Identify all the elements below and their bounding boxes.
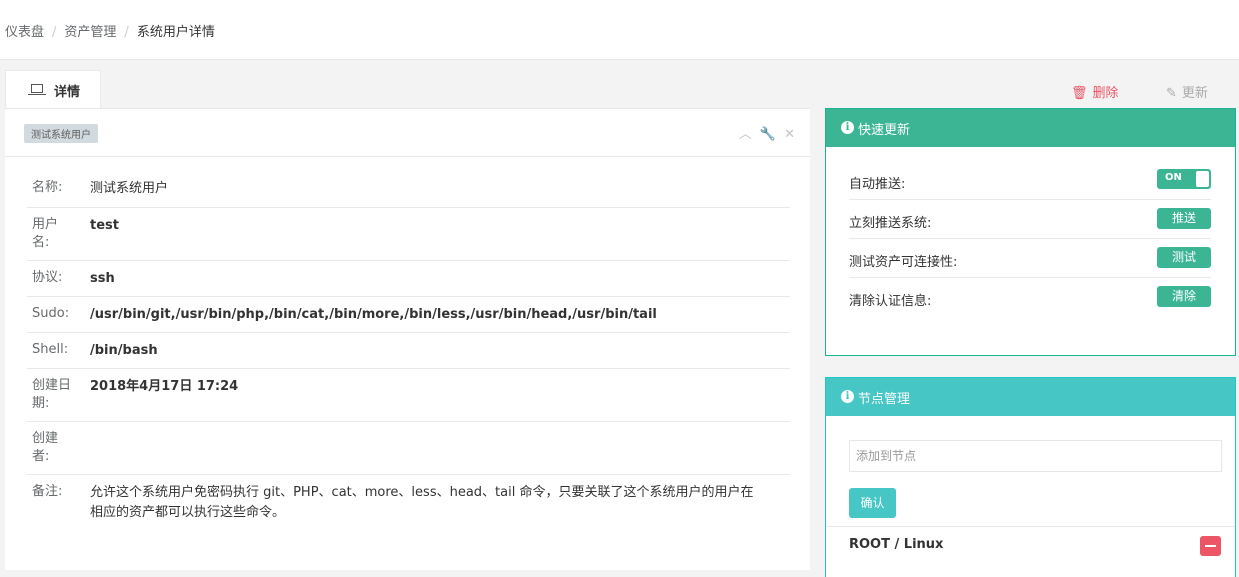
panel-tools: ︿ 🔧 ✕ [731, 123, 795, 142]
info-row: 创建者: [27, 422, 790, 475]
info-row: Shell: /bin/bash [27, 333, 790, 369]
delete-label: 删除 [1092, 86, 1119, 101]
system-user-tag: 测试系统用户 [24, 124, 98, 143]
test-connectivity-row: 测试资产可连接性: 测试 [849, 239, 1211, 278]
quick-update-title: 快速更新 [858, 123, 911, 138]
auto-push-row: 自动推送: ON [849, 161, 1211, 200]
info-value: /bin/bash [90, 343, 158, 358]
auto-push-toggle[interactable]: ON [1157, 169, 1211, 189]
info-value: ssh [90, 271, 115, 286]
info-key: 名称: [32, 180, 63, 195]
info-row: 名称: 测试系统用户 [27, 171, 790, 208]
info-key: 备注: [32, 484, 63, 499]
toggle-knob [1196, 171, 1209, 187]
info-icon: i [841, 121, 854, 134]
test-connectivity-label: 测试资产可连接性: [849, 255, 958, 270]
info-key: Sudo: [32, 306, 70, 321]
breadcrumb: 仪表盘 / 资产管理 / 系统用户详情 [5, 21, 215, 40]
push-system-row: 立刻推送系统: 推送 [849, 200, 1211, 239]
tab-detail-label: 详情 [54, 85, 81, 100]
info-icon: i [841, 390, 854, 403]
delete-button[interactable]: 🗑 删除 [1071, 82, 1119, 101]
wrench-icon[interactable]: 🔧 [760, 127, 776, 142]
breadcrumb-current: 系统用户详情 [136, 25, 215, 40]
info-table: 名称: 测试系统用户 用户名: test 协议: ssh Sudo: /usr/… [27, 171, 790, 535]
top-bar: 仪表盘 / 资产管理 / 系统用户详情 [0, 0, 1239, 60]
push-system-label: 立刻推送系统: [849, 216, 932, 231]
auto-push-label: 自动推送: [849, 177, 906, 192]
clear-button[interactable]: 清除 [1157, 286, 1211, 307]
push-button[interactable]: 推送 [1157, 208, 1211, 229]
add-node-input[interactable] [849, 440, 1222, 472]
info-row: 协议: ssh [27, 261, 790, 297]
info-key: 用户名: [32, 217, 59, 250]
breadcrumb-assets[interactable]: 资产管理 [64, 25, 116, 40]
info-key: 创建者: [32, 431, 59, 464]
laptop-icon [28, 84, 46, 95]
breadcrumb-separator: / [52, 25, 57, 40]
tab-detail[interactable]: 详情 [5, 70, 101, 108]
node-management-title: 节点管理 [858, 392, 911, 407]
test-button[interactable]: 测试 [1157, 247, 1211, 268]
toggle-state: ON [1165, 172, 1182, 183]
node-name: ROOT / Linux [849, 537, 944, 552]
info-row: 创建日期: 2018年4月17日 17:24 [27, 369, 790, 422]
trash-icon: 🗑 [1071, 86, 1088, 101]
quick-update-panel: i 快速更新 自动推送: ON 立刻推送系统: 推送 测试资产可连接性: 测试 … [825, 108, 1236, 356]
info-value: 2018年4月17日 17:24 [90, 379, 239, 394]
info-row: 备注: 允许这个系统用户免密码执行 git、PHP、cat、more、less、… [27, 475, 790, 535]
close-icon[interactable]: ✕ [784, 127, 795, 142]
edit-icon: ✎ [1166, 86, 1177, 101]
chevron-up-icon[interactable]: ︿ [739, 127, 752, 142]
detail-panel-header: 测试系统用户 ︿ 🔧 ✕ [5, 109, 810, 157]
update-button[interactable]: ✎ 更新 [1166, 82, 1208, 101]
detail-panel: 测试系统用户 ︿ 🔧 ✕ 名称: 测试系统用户 用户名: test 协议: ssh … [5, 108, 810, 570]
clear-auth-row: 清除认证信息: 清除 [849, 278, 1211, 317]
quick-update-header: i 快速更新 [826, 109, 1235, 147]
info-key: 创建日期: [32, 378, 72, 411]
info-value: 测试系统用户 [90, 181, 169, 196]
node-management-header: i 节点管理 [826, 378, 1235, 416]
breadcrumb-separator: / [124, 25, 129, 40]
breadcrumb-home[interactable]: 仪表盘 [5, 25, 44, 40]
node-list-item: ROOT / Linux [826, 526, 1235, 566]
node-management-panel: i 节点管理 确认 ROOT / Linux [825, 377, 1236, 577]
info-row: Sudo: /usr/bin/git,/usr/bin/php,/bin/cat… [27, 297, 790, 333]
info-value: /usr/bin/git,/usr/bin/php,/bin/cat,/bin/… [90, 307, 657, 322]
info-key: 协议: [32, 270, 63, 285]
info-row: 用户名: test [27, 208, 790, 261]
info-key: Shell: [32, 342, 69, 357]
info-value: test [90, 218, 119, 233]
update-label: 更新 [1181, 86, 1208, 101]
clear-auth-label: 清除认证信息: [849, 294, 932, 309]
info-value: 允许这个系统用户免密码执行 git、PHP、cat、more、less、head… [90, 485, 754, 520]
confirm-button[interactable]: 确认 [849, 488, 896, 518]
remove-node-button[interactable] [1200, 536, 1221, 556]
